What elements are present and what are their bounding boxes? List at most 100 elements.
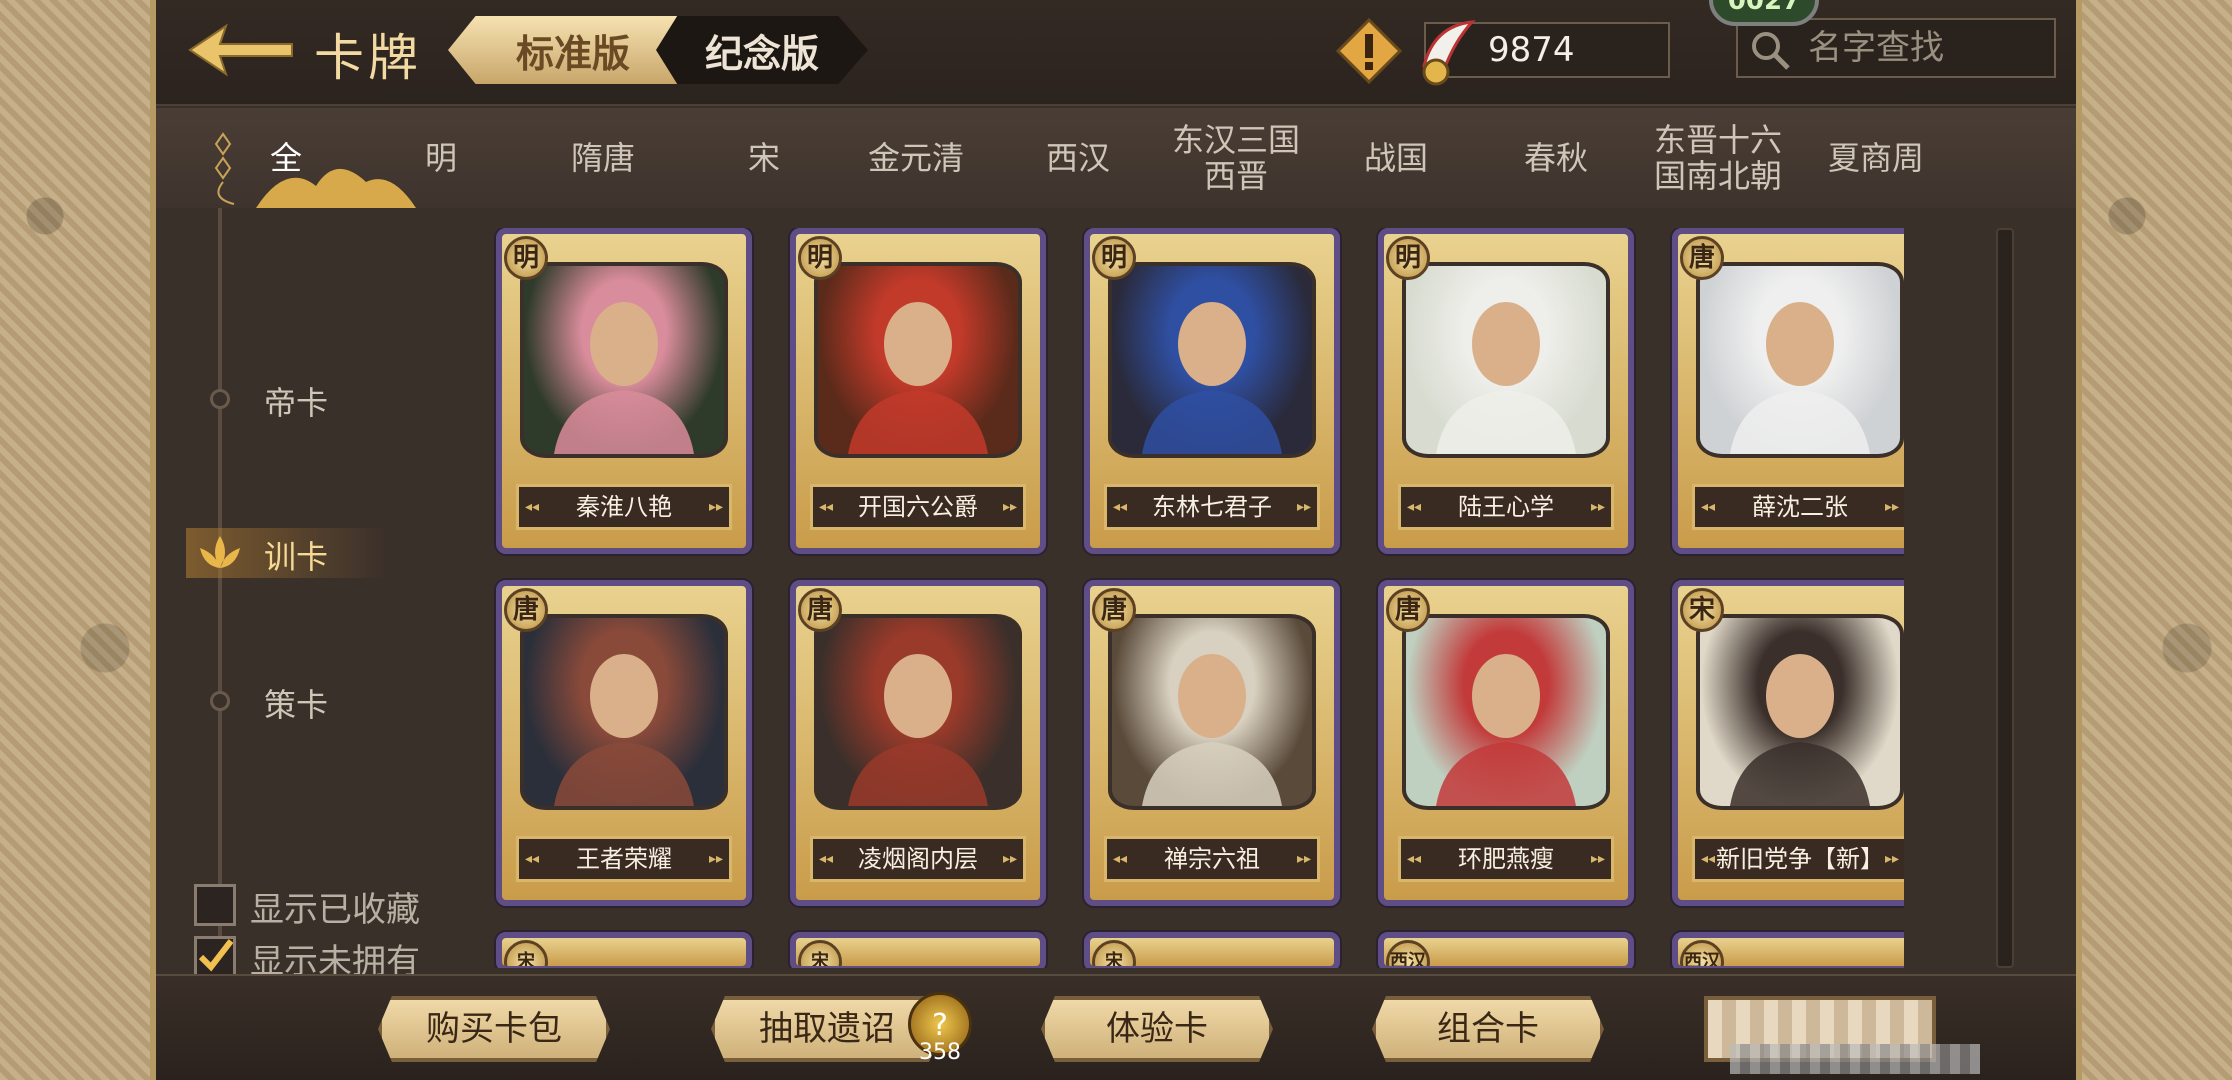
checked-box-icon	[194, 936, 236, 978]
feather-currency-icon	[1414, 16, 1478, 88]
card-era-badge: 明	[798, 236, 842, 280]
card-era-badge: 宋	[1092, 940, 1136, 966]
card-era-badge: 宋	[1680, 588, 1724, 632]
buy-pack-button[interactable]: 购买卡包	[378, 996, 610, 1062]
card-item[interactable]: 唐凌烟阁内层	[790, 580, 1046, 906]
card-era-badge: 唐	[1386, 588, 1430, 632]
era-tab-4[interactable]: 金元清	[836, 108, 996, 208]
card-era-badge: 明	[504, 236, 548, 280]
era-tab-8[interactable]: 春秋	[1476, 108, 1636, 208]
category-0[interactable]: 帝卡	[186, 374, 386, 424]
card-era-badge: 西汉	[1386, 940, 1430, 966]
card-era-badge: 唐	[1092, 588, 1136, 632]
card-item-partial[interactable]: 宋	[496, 932, 752, 968]
card-name: 开国六公爵	[810, 484, 1026, 530]
overlay-badge: 0027	[1709, 0, 1819, 26]
card-item[interactable]: 明东林七君子	[1084, 228, 1340, 554]
category-2[interactable]: 策卡	[186, 676, 386, 726]
lotus-icon	[192, 532, 248, 572]
left-ornamental-border	[0, 0, 150, 1080]
tab-memorial-edition[interactable]: 纪念版	[656, 16, 868, 84]
tab-standard-edition[interactable]: 标准版	[448, 16, 678, 84]
filter-checkbox-0[interactable]: 显示已收藏	[194, 880, 454, 930]
trial-card-button[interactable]: 体验卡	[1041, 996, 1273, 1062]
card-item[interactable]: 明秦淮八艳	[496, 228, 752, 554]
search-icon	[1746, 26, 1794, 78]
right-ornamental-border	[2082, 0, 2232, 1080]
card-item-partial[interactable]: 宋	[1084, 932, 1340, 968]
card-item-partial[interactable]: 宋	[790, 932, 1046, 968]
category-1[interactable]: 训卡	[186, 528, 386, 578]
top-bar: 卡牌 标准版 纪念版 9874 0027	[156, 0, 2076, 106]
card-era-badge: 宋	[798, 940, 842, 966]
card-portrait	[520, 614, 728, 810]
card-era-badge: 明	[1092, 236, 1136, 280]
era-tab-3[interactable]: 宋	[684, 108, 844, 208]
era-tab-9[interactable]: 东晋十六 国南北朝	[1638, 108, 1798, 208]
unchecked-box-icon	[194, 884, 236, 926]
card-portrait	[1402, 262, 1610, 458]
timeline-dot	[210, 691, 230, 711]
card-item[interactable]: 唐禅宗六祖	[1084, 580, 1340, 906]
search-input[interactable]	[1808, 26, 2048, 70]
card-item[interactable]: 唐薛沈二张	[1672, 228, 1904, 554]
era-tab-6[interactable]: 东汉三国 西晋	[1156, 108, 1316, 208]
selected-era-mountain-icon	[256, 152, 416, 210]
card-portrait	[1696, 614, 1904, 810]
card-name: 陆王心学	[1398, 484, 1614, 530]
currency-amount: 9874	[1488, 30, 1575, 70]
card-item[interactable]: 唐王者荣耀	[496, 580, 752, 906]
svg-text:?: ?	[932, 1008, 948, 1043]
card-name: 薛沈二张	[1692, 484, 1904, 530]
back-arrow-icon[interactable]	[186, 20, 296, 80]
card-item-partial[interactable]: 西汉	[1672, 932, 1904, 968]
card-portrait	[1108, 614, 1316, 810]
card-era-badge: 唐	[1680, 236, 1724, 280]
card-era-badge: 宋	[504, 940, 548, 966]
card-portrait	[1402, 614, 1610, 810]
obscured-watermark	[1730, 1044, 1980, 1074]
card-name: 秦淮八艳	[516, 484, 732, 530]
timeline-dot	[210, 389, 230, 409]
search-box[interactable]	[1736, 18, 2056, 78]
card-name: 东林七君子	[1104, 484, 1320, 530]
card-era-badge: 唐	[798, 588, 842, 632]
era-tabs: 全明隋唐宋金元清 西汉 东汉三国 西晋 战国 春秋 东晋十六 国南北朝 夏商周	[156, 108, 2076, 208]
card-era-badge: 西汉	[1680, 940, 1724, 966]
warning-icon[interactable]	[1335, 17, 1403, 85]
card-era-badge: 明	[1386, 236, 1430, 280]
card-era-badge: 唐	[504, 588, 548, 632]
card-name: 新旧党争【新】	[1692, 836, 1904, 882]
timeline-ornament-icon	[208, 132, 238, 212]
card-portrait	[1108, 262, 1316, 458]
category-label: 策卡	[264, 686, 329, 724]
category-label: 帝卡	[264, 384, 329, 422]
main-panel: 卡牌 标准版 纪念版 9874 0027 全明隋唐宋金元清西汉东汉三国 西晋战国…	[150, 0, 2082, 1080]
card-name: 环肥燕瘦	[1398, 836, 1614, 882]
category-timeline	[218, 208, 222, 968]
combo-card-button[interactable]: 组合卡	[1372, 996, 1604, 1062]
card-item-partial[interactable]: 西汉	[1378, 932, 1634, 968]
era-tab-10[interactable]: 夏商周	[1796, 108, 1956, 208]
card-name: 禅宗六祖	[1104, 836, 1320, 882]
card-grid: 明秦淮八艳明开国六公爵明东林七君子明陆王心学唐薛沈二张唐王者荣耀唐凌烟阁内层唐禅…	[484, 228, 1904, 968]
card-item[interactable]: 明陆王心学	[1378, 228, 1634, 554]
card-name: 凌烟阁内层	[810, 836, 1026, 882]
card-portrait	[520, 262, 728, 458]
card-item[interactable]: 唐环肥燕瘦	[1378, 580, 1634, 906]
card-item[interactable]: 明开国六公爵	[790, 228, 1046, 554]
category-label: 训卡	[264, 538, 329, 576]
card-portrait	[814, 614, 1022, 810]
card-grid-scrollbar[interactable]	[1996, 228, 2014, 968]
card-portrait	[814, 262, 1022, 458]
currency-display: 9874	[1422, 20, 1670, 86]
card-portrait	[1696, 262, 1904, 458]
era-tab-2[interactable]: 隋唐	[523, 108, 683, 208]
era-tab-5[interactable]: 西汉	[998, 108, 1158, 208]
era-tab-7[interactable]: 战国	[1316, 108, 1476, 208]
draw-count: 358	[919, 1040, 961, 1065]
card-name: 王者荣耀	[516, 836, 732, 882]
page-title: 卡牌	[314, 29, 422, 87]
card-item[interactable]: 宋新旧党争【新】	[1672, 580, 1904, 906]
filter-label: 显示已收藏	[250, 890, 420, 930]
